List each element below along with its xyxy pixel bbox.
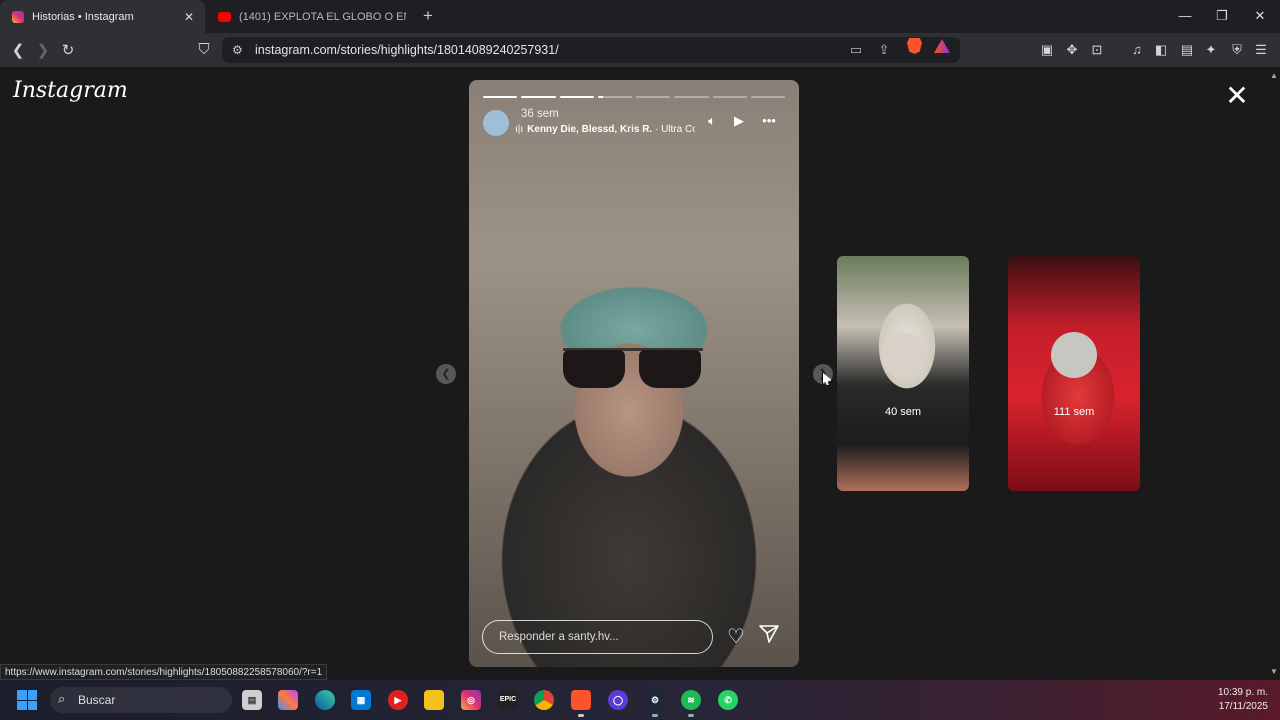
reply-input[interactable]: Responder a santy.hv... (482, 620, 713, 654)
progress-segment (674, 96, 709, 98)
brave-running-indicator (578, 714, 584, 717)
volume-icon[interactable]: 🔈︎ (702, 113, 722, 129)
bookmark-button[interactable]: ⛉ (194, 41, 214, 58)
epic-games-icon[interactable]: EPIC (498, 690, 518, 710)
story-avatar (1051, 332, 1097, 378)
tab-title: Historias • Instagram (32, 10, 134, 23)
file-manager-app-icon[interactable]: ▤ (242, 690, 262, 710)
site-settings-icon[interactable]: ⚙ (232, 43, 243, 57)
story-time: 36 sem (521, 108, 559, 120)
instagram-favicon-icon (12, 10, 24, 23)
file-explorer-icon[interactable] (424, 690, 444, 710)
windows-start-icon[interactable] (17, 690, 37, 710)
search-icon: ⌕ (58, 691, 66, 706)
wallet-extension-icon[interactable]: ▣ (1038, 42, 1056, 58)
leo-ai-icon[interactable]: ✦ (1202, 42, 1220, 58)
instagram-icon[interactable]: ◎ (461, 690, 481, 710)
spotify-running-indicator (688, 714, 694, 717)
link-status-url: https://www.instagram.com/stories/highli… (0, 664, 328, 680)
reload-button[interactable]: ↻ (58, 41, 78, 59)
upcoming-story-thumb[interactable]: 111 sem (1008, 256, 1140, 491)
story-viewer[interactable]: 36 sem ı|ı Kenny Die, Blessd, Kris R. · U… (469, 80, 799, 667)
story-avatar (880, 332, 926, 378)
music-artists: Kenny Die, Blessd, Kris R. (527, 124, 653, 135)
restore-button[interactable]: ❐ (1212, 8, 1232, 24)
forward-button[interactable]: ❯ (33, 41, 53, 59)
instagram-logo[interactable]: Instagram (13, 78, 128, 103)
spotify-icon[interactable]: ≋ (681, 690, 701, 710)
progress-segment (750, 96, 785, 98)
brave-icon[interactable] (571, 690, 591, 710)
menu-icon[interactable]: ☰ (1252, 42, 1270, 58)
music-album: · Ultra Com (654, 124, 695, 135)
chrome-icon[interactable] (534, 690, 554, 710)
music-bars-icon: ı|ı (515, 124, 524, 135)
more-options-icon[interactable]: ••• (759, 113, 779, 128)
address-bar[interactable]: ⚙ instagram.com/stories/highlights/18014… (222, 37, 960, 63)
vpn-icon[interactable]: ⛨ (1228, 42, 1246, 58)
clock-time: 10:39 p. m. (1217, 687, 1268, 698)
tab-strip: Historias • Instagram ✕ (1401) EXPLOTA E… (0, 0, 1280, 33)
clock-date: 17/11/2025 (1218, 701, 1268, 712)
wallet-icon[interactable]: ▤ (1178, 42, 1196, 58)
tab-youtube[interactable]: (1401) EXPLOTA EL GLOBO O ENCUEN (206, 0, 406, 33)
sidebar-icon[interactable]: ◧ (1152, 42, 1170, 58)
tab-instagram[interactable]: Historias • Instagram ✕ (0, 0, 205, 33)
progress-segment (597, 96, 632, 98)
whatsapp-icon[interactable]: ✆ (718, 690, 738, 710)
play-icon[interactable]: ▶ (729, 113, 749, 129)
brave-shields-icon[interactable] (907, 38, 922, 54)
progress-segment (521, 96, 556, 98)
close-stories-button[interactable]: ✕ (1224, 82, 1250, 110)
cast-icon[interactable]: ▭ (847, 42, 865, 58)
opera-icon[interactable]: ◯ (608, 690, 628, 710)
scroll-up-icon[interactable]: ▲ (1270, 71, 1278, 80)
upcoming-story-time: 111 sem (1053, 406, 1095, 418)
close-window-button[interactable]: ✕ (1250, 8, 1270, 24)
avatar[interactable] (483, 110, 509, 136)
page-scrollbar[interactable]: ▲ ▼ (1268, 67, 1280, 680)
upcoming-story-time: 40 sem (884, 406, 922, 418)
previous-story-button[interactable]: ❮ (436, 364, 456, 384)
share-icon[interactable]: ⇪ (875, 42, 893, 58)
minimize-button[interactable]: — (1175, 8, 1195, 23)
music-info[interactable]: ı|ı Kenny Die, Blessd, Kris R. · Ultra Co… (515, 124, 695, 135)
story-progress-bar (483, 96, 785, 98)
steam-running-indicator (652, 714, 658, 717)
sunglasses-graphic (563, 342, 703, 388)
media-icon[interactable]: ♫ (1128, 42, 1146, 57)
address-bar-row: ❮ ❯ ↻ ⛉ ⚙ instagram.com/stories/highligh… (0, 33, 1280, 67)
like-heart-icon[interactable]: ♡ (725, 624, 747, 649)
progress-segment (483, 96, 518, 98)
progress-segment (559, 96, 594, 98)
extensions-icon[interactable]: ✥ (1063, 42, 1081, 58)
progress-segment (636, 96, 671, 98)
screenshot-icon[interactable]: ⊡ (1088, 42, 1106, 58)
youtube-music-icon[interactable]: ▶ (388, 690, 408, 710)
store-icon[interactable]: ▦ (351, 690, 371, 710)
edge-icon[interactable] (315, 690, 335, 710)
copilot-icon[interactable] (278, 690, 298, 710)
progress-segment (712, 96, 747, 98)
upcoming-story-thumb[interactable]: 40 sem (837, 256, 969, 491)
back-button[interactable]: ❮ (8, 41, 28, 59)
url-text[interactable]: instagram.com/stories/highlights/1801408… (255, 43, 559, 57)
send-icon[interactable] (759, 625, 779, 643)
taskbar-clock[interactable]: 10:39 p. m. 17/11/2025 (1198, 686, 1268, 714)
scroll-down-icon[interactable]: ▼ (1270, 667, 1278, 676)
tab-title: (1401) EXPLOTA EL GLOBO O ENCUEN (239, 10, 406, 23)
youtube-favicon-icon (218, 11, 231, 22)
steam-icon[interactable]: ⚙ (645, 690, 665, 710)
taskbar-search[interactable]: ⌕ Buscar (50, 687, 232, 713)
new-tab-button[interactable]: + (418, 6, 438, 26)
search-label: Buscar (78, 693, 116, 707)
close-tab-icon[interactable]: ✕ (181, 10, 197, 24)
